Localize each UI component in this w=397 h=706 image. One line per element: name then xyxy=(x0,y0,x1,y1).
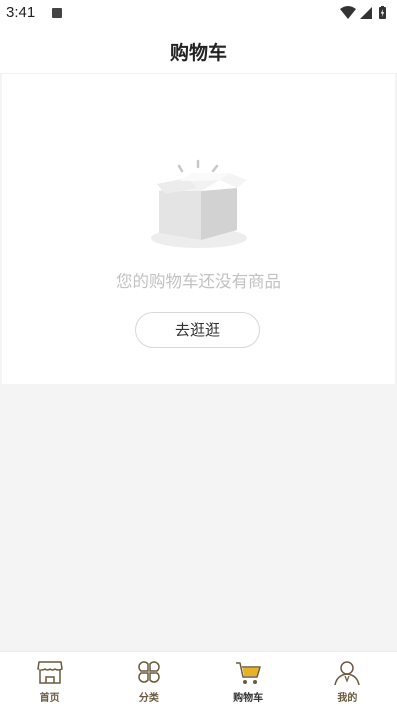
profile-icon xyxy=(334,661,361,686)
empty-box-icon xyxy=(147,158,251,254)
page-title: 购物车 xyxy=(169,42,227,64)
battery-icon xyxy=(379,6,386,19)
empty-cart-card: 您的购物车还没有商品 去逛逛 xyxy=(2,74,395,384)
signal-icon xyxy=(360,7,372,19)
tab-profile[interactable]: 我的 xyxy=(298,652,397,706)
status-icons xyxy=(339,6,389,20)
bottom-tab-bar: 首页 分类 购物车 我的 xyxy=(0,651,397,706)
wifi-icon xyxy=(340,6,356,19)
tab-home[interactable]: 首页 xyxy=(0,652,99,706)
status-time: 3:41 xyxy=(6,4,36,21)
title-bar: 购物车 xyxy=(0,26,397,74)
tab-category-label: 分类 xyxy=(138,693,159,704)
cart-icon xyxy=(236,662,261,684)
empty-cart-message: 您的购物车还没有商品 xyxy=(116,272,281,291)
status-bar: 3:41 xyxy=(0,0,397,26)
tab-cart[interactable]: 购物车 xyxy=(199,652,298,706)
category-icon xyxy=(138,661,160,683)
tab-cart-label: 购物车 xyxy=(233,693,264,704)
tab-profile-label: 我的 xyxy=(337,693,358,704)
go-shopping-button[interactable]: 去逛逛 xyxy=(135,312,260,348)
home-store-icon xyxy=(36,661,63,684)
tab-category[interactable]: 分类 xyxy=(99,652,198,706)
tab-home-label: 首页 xyxy=(39,693,60,704)
a-notification-icon xyxy=(52,8,62,18)
